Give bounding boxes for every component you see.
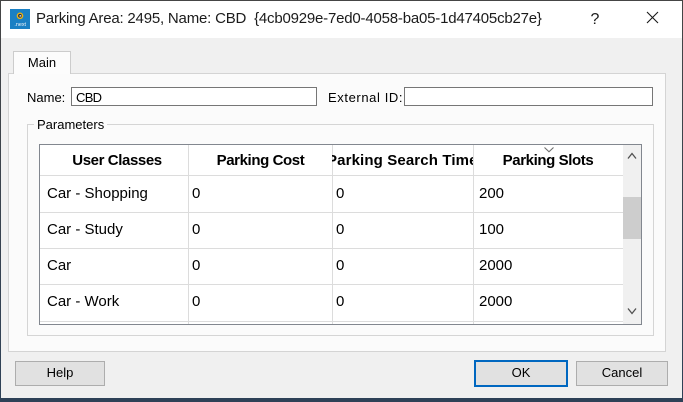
svg-text:.next: .next: [14, 22, 26, 28]
